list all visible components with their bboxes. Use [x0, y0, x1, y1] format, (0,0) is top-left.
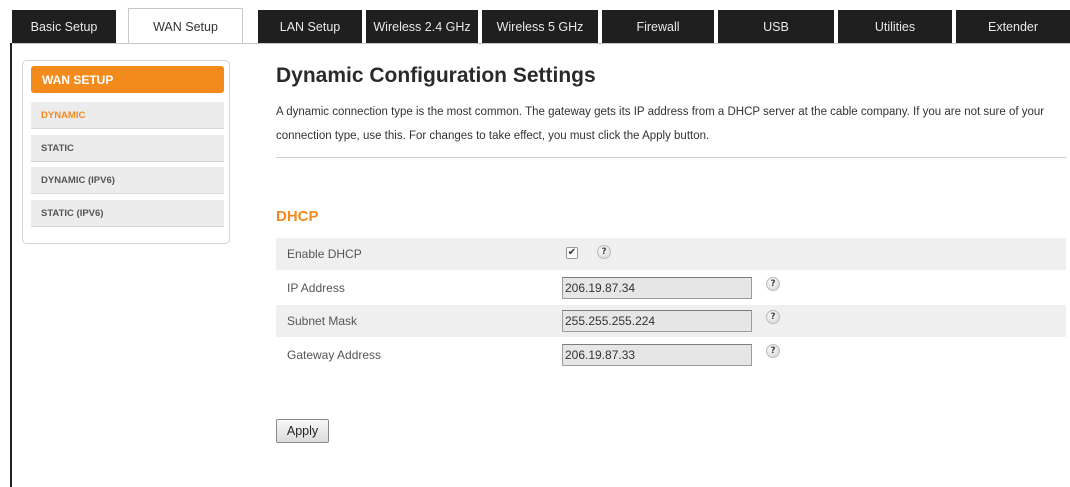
subnet-mask-label: Subnet Mask: [287, 314, 358, 328]
tab-basic-setup[interactable]: Basic Setup: [12, 10, 116, 43]
top-tab-bar: Basic Setup WAN Setup LAN Setup Wireless…: [0, 0, 1070, 44]
tab-wireless-5ghz[interactable]: Wireless 5 GHz: [482, 10, 598, 43]
tab-utilities[interactable]: Utilities: [838, 10, 952, 43]
enable-dhcp-checkbox[interactable]: ✔: [566, 247, 578, 259]
tab-wan-setup[interactable]: WAN Setup: [128, 8, 243, 44]
enable-dhcp-label: Enable DHCP: [287, 247, 362, 261]
tab-firewall[interactable]: Firewall: [602, 10, 714, 43]
help-question-icon[interactable]: ?: [766, 277, 780, 291]
apply-button[interactable]: Apply: [276, 419, 329, 443]
sidebar-item-static-ipv6[interactable]: STATIC (IPV6): [31, 200, 224, 227]
tab-lan-setup[interactable]: LAN Setup: [258, 10, 362, 43]
ip-address-field[interactable]: 206.19.87.34: [562, 277, 752, 299]
tab-bar-divider: [12, 43, 1070, 44]
gateway-address-row: Gateway Address 206.19.87.33 ?: [276, 339, 1066, 371]
tab-usb[interactable]: USB: [718, 10, 834, 43]
help-question-icon[interactable]: ?: [597, 245, 611, 259]
gateway-address-label: Gateway Address: [287, 348, 382, 362]
page-left-border: [10, 43, 12, 487]
sidebar-header: WAN SETUP: [31, 66, 224, 93]
subnet-mask-field[interactable]: 255.255.255.224: [562, 310, 752, 332]
description-divider: [276, 157, 1066, 158]
page-title: Dynamic Configuration Settings: [276, 64, 596, 87]
sidebar-item-dynamic[interactable]: DYNAMIC: [31, 102, 224, 129]
gateway-address-field[interactable]: 206.19.87.33: [562, 344, 752, 366]
sidebar: WAN SETUP DYNAMIC STATIC DYNAMIC (IPV6) …: [22, 60, 230, 244]
ip-address-row: IP Address 206.19.87.34 ?: [276, 272, 1066, 304]
help-question-icon[interactable]: ?: [766, 310, 780, 324]
sidebar-item-dynamic-ipv6[interactable]: DYNAMIC (IPV6): [31, 167, 224, 194]
page-description: A dynamic connection type is the most co…: [276, 106, 1045, 142]
tab-extender[interactable]: Extender: [956, 10, 1070, 43]
enable-dhcp-row: Enable DHCP ✔ ?: [276, 238, 1066, 270]
help-question-icon[interactable]: ?: [766, 344, 780, 358]
sidebar-item-static[interactable]: STATIC: [31, 135, 224, 162]
tab-wireless-2-4ghz[interactable]: Wireless 2.4 GHz: [366, 10, 478, 43]
ip-address-label: IP Address: [287, 281, 345, 295]
section-title-dhcp: DHCP: [276, 208, 319, 225]
subnet-mask-row: Subnet Mask 255.255.255.224 ?: [276, 305, 1066, 337]
